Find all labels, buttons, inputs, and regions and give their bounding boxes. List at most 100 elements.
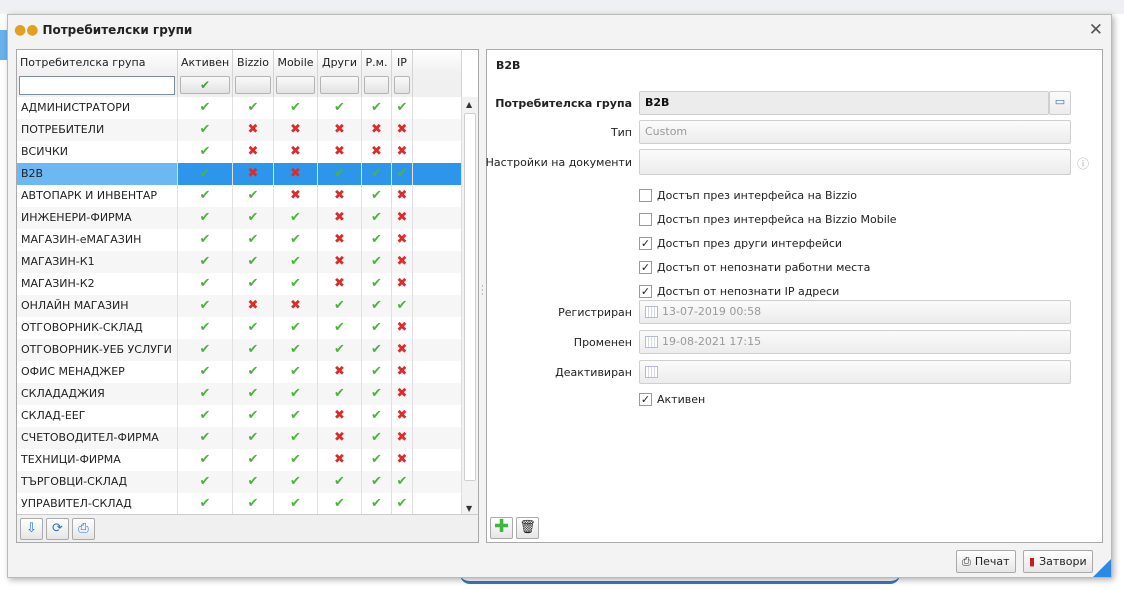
info-icon[interactable]: ⓘ — [1077, 155, 1089, 172]
table-row[interactable]: ОНЛАЙН МАГАЗИН ✔ ✖ ✖ ✔ ✔ ✔ — [17, 295, 462, 317]
table-row[interactable]: МАГАЗИН-еМАГАЗИН ✔ ✔ ✔ ✖ ✔ ✖ — [17, 229, 462, 251]
check-icon: ✔ — [233, 317, 274, 339]
empty-cell — [413, 471, 462, 493]
access-checkbox[interactable]: ✓ Достъп от непознати IP адреси — [639, 285, 839, 298]
check-icon: ✔ — [233, 471, 274, 493]
table-row[interactable]: СЧЕТОВОДИТЕЛ-ФИРМА ✔ ✔ ✔ ✖ ✔ ✖ — [17, 427, 462, 449]
flag-filter-button[interactable] — [235, 76, 271, 94]
table-row[interactable]: ОТГОВОРНИК-СКЛАД ✔ ✔ ✔ ✔ ✔ ✖ — [17, 317, 462, 339]
check-icon: ✔ — [233, 383, 274, 405]
active-label: Активен — [657, 393, 706, 406]
column-header[interactable]: Р.м. — [362, 50, 392, 74]
check-icon: ✔ — [318, 97, 362, 119]
close-button[interactable]: ▮ Затвори — [1023, 550, 1093, 573]
checkbox-box[interactable] — [639, 213, 652, 226]
active-checkbox[interactable]: ✓ Активен — [639, 393, 705, 406]
column-header[interactable]: Mobile — [274, 50, 318, 74]
print-button[interactable]: ⎙ — [72, 518, 95, 540]
check-icon: ✔ — [178, 97, 233, 119]
checkbox-box[interactable]: ✓ — [639, 393, 652, 406]
scroll-thumb[interactable] — [464, 113, 476, 481]
column-header-spacer — [413, 50, 462, 74]
table-row[interactable]: АВТОПАРК И ИНВЕНТАР ✔ ✔ ✖ ✖ ✔ ✖ — [17, 185, 462, 207]
check-icon: ✔ — [362, 339, 392, 361]
checkbox-box[interactable] — [639, 189, 652, 202]
empty-cell — [413, 141, 462, 163]
check-icon: ✔ — [318, 317, 362, 339]
table-row[interactable]: СКЛАД-ЕЕГ ✔ ✔ ✔ ✖ ✔ ✖ — [17, 405, 462, 427]
delete-button[interactable]: 🗑 — [516, 517, 539, 539]
scroll-up-icon[interactable]: ▲ — [466, 100, 472, 109]
check-icon: ✔ — [392, 97, 413, 119]
check-icon: ✔ — [233, 405, 274, 427]
group-name-cell: B2B — [17, 163, 178, 185]
splitter-handle[interactable]: · · · — [481, 283, 484, 300]
group-name-cell: МАГАЗИН-К1 — [17, 251, 178, 273]
access-checkbox[interactable]: ✓ Достъп през други интерфейси — [639, 237, 842, 250]
detail-toolbar: ✚ 🗑 — [487, 514, 542, 542]
table-row[interactable]: МАГАЗИН-К1 ✔ ✔ ✔ ✖ ✔ ✖ — [17, 251, 462, 273]
changed-value: 19-08-2021 17:15 — [662, 335, 762, 348]
download-button[interactable]: ⇩ — [20, 518, 43, 540]
resize-grip[interactable] — [1093, 559, 1111, 577]
table-row[interactable]: ОТГОВОРНИК-УЕБ УСЛУГИ ✔ ✔ ✔ ✔ ✔ ✖ — [17, 339, 462, 361]
column-header[interactable]: IP — [392, 50, 413, 74]
table-row[interactable]: ПОТРЕБИТЕЛИ ✔ ✖ ✖ ✖ ✖ ✖ — [17, 119, 462, 141]
access-checkbox[interactable]: Достъп през интерфейса на Bizzio — [639, 189, 857, 202]
vertical-scrollbar[interactable]: ▲ ▼ — [461, 97, 478, 516]
checkbox-label: Достъп през интерфейса на Bizzio Mobile — [657, 213, 897, 226]
background-app — [0, 0, 1124, 14]
check-icon: ✔ — [274, 427, 318, 449]
column-header[interactable]: Активен — [178, 50, 233, 74]
table-row[interactable]: ТЪРГОВЦИ-СКЛАД ✔ ✔ ✔ ✔ ✔ ✔ — [17, 471, 462, 493]
name-filter-input[interactable] — [19, 76, 175, 95]
group-name-cell: ТЪРГОВЦИ-СКЛАД — [17, 471, 178, 493]
print-button[interactable]: ⎙ Печат — [956, 550, 1016, 573]
flag-filter-button[interactable] — [394, 76, 410, 94]
table-row[interactable]: B2B ✔ ✖ ✖ ✔ ✔ ✔ — [17, 163, 462, 185]
refresh-button[interactable]: ⟳ — [46, 518, 69, 540]
check-icon: ✔ — [362, 383, 392, 405]
table-row[interactable]: ТЕХНИЦИ-ФИРМА ✔ ✔ ✔ ✖ ✔ ✖ — [17, 449, 462, 471]
access-checkbox[interactable]: ✓ Достъп от непознати работни места — [639, 261, 870, 274]
check-icon: ✔ — [233, 185, 274, 207]
checkbox-box[interactable]: ✓ — [639, 261, 652, 274]
type-input[interactable]: Custom — [639, 120, 1071, 144]
group-label: Потребителска група — [495, 97, 632, 110]
check-icon: ✔ — [362, 97, 392, 119]
cross-icon: ✖ — [392, 361, 413, 383]
table-row[interactable]: СКЛАДАДЖИЯ ✔ ✔ ✔ ✔ ✔ ✖ — [17, 383, 462, 405]
add-button[interactable]: ✚ — [490, 517, 513, 539]
registered-date-input[interactable]: 13-07-2019 00:58 — [639, 300, 1071, 324]
table-row[interactable]: ИНЖЕНЕРИ-ФИРМА ✔ ✔ ✔ ✖ ✔ ✖ — [17, 207, 462, 229]
deactivated-date-input[interactable] — [639, 360, 1071, 384]
changed-date-input[interactable]: 19-08-2021 17:15 — [639, 330, 1071, 354]
table-row[interactable]: МАГАЗИН-К2 ✔ ✔ ✔ ✖ ✔ ✖ — [17, 273, 462, 295]
translate-button[interactable]: ▭ — [1049, 91, 1071, 115]
access-checkbox[interactable]: Достъп през интерфейса на Bizzio Mobile — [639, 213, 897, 226]
group-name-input[interactable]: B2B — [639, 91, 1049, 115]
flag-filter-button[interactable] — [364, 76, 389, 94]
cross-icon: ✖ — [392, 229, 413, 251]
checkbox-box[interactable]: ✓ — [639, 285, 652, 298]
empty-cell — [413, 427, 462, 449]
cross-icon: ✖ — [318, 449, 362, 471]
close-icon[interactable]: ✕ — [1089, 20, 1103, 40]
column-header[interactable]: Потребителска група — [17, 50, 178, 74]
checkbox-box[interactable]: ✓ — [639, 237, 652, 250]
table-row[interactable]: АДМИНИСТРАТОРИ ✔ ✔ ✔ ✔ ✔ ✔ — [17, 97, 462, 119]
column-header[interactable]: Bizzio — [233, 50, 274, 74]
check-icon: ✔ — [178, 141, 233, 163]
table-row[interactable]: ВСИЧКИ ✔ ✖ ✖ ✖ ✖ ✖ — [17, 141, 462, 163]
cross-icon: ✖ — [362, 141, 392, 163]
column-header[interactable]: Други — [318, 50, 362, 74]
scroll-down-icon[interactable]: ▼ — [466, 504, 472, 513]
doc-settings-select[interactable] — [639, 149, 1071, 175]
table-row[interactable]: ОФИС МЕНАДЖЕР ✔ ✔ ✔ ✖ ✔ ✖ — [17, 361, 462, 383]
flag-filter-button[interactable] — [276, 76, 315, 94]
table-row[interactable]: УПРАВИТЕЛ-СКЛАД ✔ ✔ ✔ ✔ ✔ ✔ — [17, 493, 462, 515]
empty-cell — [413, 493, 462, 515]
flag-filter-button[interactable]: ✔ — [180, 76, 230, 94]
flag-filter-button[interactable] — [320, 76, 359, 94]
title-bar[interactable]: ●● Потребителски групи ✕ — [8, 15, 1111, 45]
